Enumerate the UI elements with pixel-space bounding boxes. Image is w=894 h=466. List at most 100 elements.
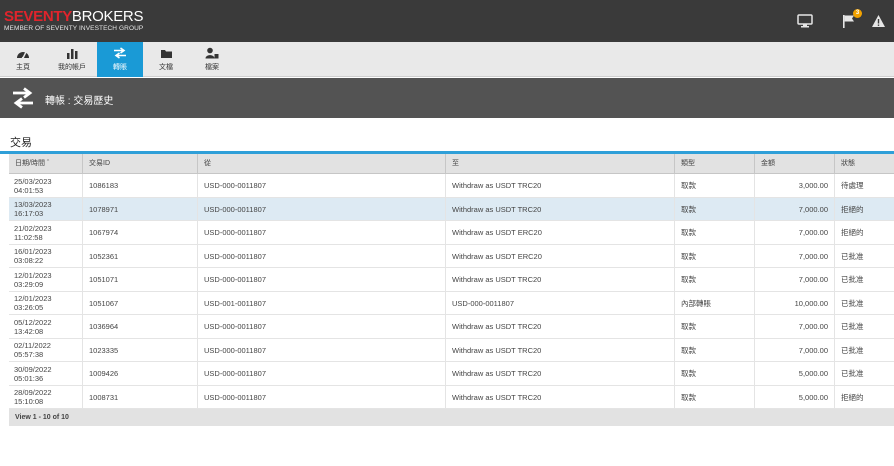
cell-date: 02/11/2022 <box>14 341 51 351</box>
cell-type: 取款 <box>674 221 754 245</box>
table-row[interactable]: 21/02/2023 11:02:58 1067974 USD-000-0011807… <box>9 221 894 245</box>
warning-icon[interactable] <box>869 12 887 30</box>
cell-from: USD-000-0011807 <box>197 174 445 198</box>
cell-amount: 3,000.00 <box>754 174 834 198</box>
cell-transaction-id: 1036964 <box>82 315 197 339</box>
cell-date: 25/03/2023 <box>14 176 52 186</box>
table-row[interactable]: 16/01/2023 03:08:22 1052361 USD-000-0011807… <box>9 244 894 269</box>
cell-status: 已批准 <box>834 315 894 339</box>
nav-item-profile[interactable]: 檔案 <box>193 42 231 77</box>
flag-icon[interactable]: 3 <box>840 9 862 30</box>
column-header-datetime[interactable]: 日期/時間 ˆ <box>9 154 82 174</box>
cell-type: 取款 <box>674 268 754 292</box>
column-header-transaction-id[interactable]: 交易ID <box>82 154 197 174</box>
cell-type: 取款 <box>674 362 754 386</box>
cell-amount: 7,000.00 <box>754 244 834 268</box>
nav-label-documents: 文檔 <box>159 64 173 71</box>
table-row[interactable]: 02/11/2022 05:57:38 1023335 USD-000-0011807… <box>9 338 894 362</box>
table-row[interactable]: 05/12/2022 13:42:08 1036964 USD-000-0011807… <box>9 315 894 339</box>
nav-label-profile: 檔案 <box>205 64 219 71</box>
cell-time: 13:42:08 <box>14 326 44 336</box>
transfer-icon <box>11 86 35 110</box>
cell-date: 13/03/2023 <box>14 200 52 210</box>
transfer-icon <box>113 47 127 59</box>
table-row[interactable]: 28/09/2022 15:10:08 1008731 USD-000-0011807… <box>9 385 894 410</box>
table-row[interactable]: 12/01/2023 03:26:05 1051067 USD-001-0011807… <box>9 291 894 316</box>
cell-time: 11:02:58 <box>14 232 43 242</box>
cell-amount: 10,000.00 <box>754 291 834 315</box>
nav-item-home[interactable]: 主頁 <box>4 42 42 77</box>
cell-time: 03:29:09 <box>14 279 44 289</box>
cell-status: 已批准 <box>834 291 894 315</box>
cell-status: 拒絕的 <box>834 221 894 245</box>
table-row[interactable]: 25/03/2023 04:01:53 1086183 USD-000-0011807… <box>9 174 894 198</box>
cell-datetime: 25/03/2023 04:01:53 <box>9 174 82 198</box>
cell-amount: 7,000.00 <box>754 197 834 221</box>
cell-status: 拒絕的 <box>834 197 894 221</box>
monitor-icon[interactable] <box>796 12 814 30</box>
nav-item-documents[interactable]: 文檔 <box>148 42 184 77</box>
cell-to: Withdraw as USDT ERC20 <box>445 244 674 268</box>
bar-chart-icon <box>66 47 79 59</box>
cell-transaction-id: 1078971 <box>82 197 197 221</box>
cell-datetime: 28/09/2022 15:10:08 <box>9 386 82 410</box>
cell-datetime: 12/01/2023 03:26:05 <box>9 292 82 316</box>
cell-time: 05:01:36 <box>14 373 44 383</box>
column-header-type[interactable]: 類型 <box>674 154 754 174</box>
cell-transaction-id: 1009426 <box>82 362 197 386</box>
cell-datetime: 05/12/2022 13:42:08 <box>9 315 82 339</box>
pagination-info: View 1 - 10 of 10 <box>9 409 894 426</box>
cell-to: Withdraw as USDT TRC20 <box>445 268 674 292</box>
brand-logo[interactable]: SEVENTYBROKERS MEMBER OF SEVENTY INVESTE… <box>4 9 143 32</box>
cell-status: 已批准 <box>834 362 894 386</box>
cell-status: 待處理 <box>834 174 894 198</box>
nav-label-transfer: 轉賬 <box>113 64 127 71</box>
cell-transaction-id: 1023335 <box>82 338 197 362</box>
nav-item-transfer[interactable]: 轉賬 <box>97 42 143 77</box>
cell-amount: 7,000.00 <box>754 315 834 339</box>
page-title: 轉帳 : 交易歷史 <box>45 96 114 107</box>
column-header-amount[interactable]: 金額 <box>754 154 834 174</box>
cell-to: Withdraw as USDT TRC20 <box>445 174 674 198</box>
cell-to: Withdraw as USDT TRC20 <box>445 197 674 221</box>
cell-time: 15:10:08 <box>14 397 44 407</box>
nav-label-my-account: 我的帳戶 <box>58 64 86 71</box>
cell-type: 取款 <box>674 174 754 198</box>
cell-from: USD-000-0011807 <box>197 197 445 221</box>
nav-label-home: 主頁 <box>16 64 30 71</box>
dashboard-icon <box>16 47 30 59</box>
section-title: 交易 <box>10 137 32 149</box>
cell-from: USD-001-0011807 <box>197 291 445 315</box>
cell-date: 05/12/2022 <box>14 317 52 327</box>
cell-from: USD-000-0011807 <box>197 221 445 245</box>
cell-to: Withdraw as USDT ERC20 <box>445 221 674 245</box>
brand-tagline: MEMBER OF SEVENTY INVESTECH GROUP <box>4 25 144 32</box>
table-body: 25/03/2023 04:01:53 1086183 USD-000-0011807… <box>9 174 894 409</box>
profile-icon <box>205 47 219 59</box>
cell-amount: 7,000.00 <box>754 338 834 362</box>
table-row[interactable]: 13/03/2023 16:17:03 1078971 USD-000-0011807… <box>9 197 894 222</box>
page-header: 轉帳 : 交易歷史 <box>0 78 894 118</box>
cell-datetime: 16/01/2023 03:08:22 <box>9 245 82 269</box>
cell-date: 28/09/2022 <box>14 388 52 398</box>
column-header-status[interactable]: 狀態 <box>834 154 894 174</box>
nav-item-my-account[interactable]: 我的帳戶 <box>52 42 92 77</box>
cell-to: Withdraw as USDT TRC20 <box>445 362 674 386</box>
cell-transaction-id: 1086183 <box>82 174 197 198</box>
cell-transaction-id: 1051071 <box>82 268 197 292</box>
table-row[interactable]: 30/09/2022 05:01:36 1009426 USD-000-0011807… <box>9 362 894 386</box>
cell-time: 05:57:38 <box>14 350 44 360</box>
column-header-from[interactable]: 從 <box>197 154 445 174</box>
cell-type: 內部轉賬 <box>674 291 754 315</box>
cell-transaction-id: 1051067 <box>82 291 197 315</box>
cell-datetime: 13/03/2023 16:17:03 <box>9 198 82 222</box>
cell-datetime: 12/01/2023 03:29:09 <box>9 268 82 292</box>
cell-time: 16:17:03 <box>14 209 44 219</box>
brand-name-red: SEVENTY <box>4 8 72 25</box>
brand-name: SEVENTYBROKERS <box>4 9 143 24</box>
cell-date: 12/01/2023 <box>14 270 52 280</box>
main-nav: 主頁 我的帳戶 轉賬 文檔 檔案 <box>0 42 894 77</box>
column-header-to[interactable]: 至 <box>445 154 674 174</box>
brand-name-white: BROKERS <box>71 8 144 25</box>
table-row[interactable]: 12/01/2023 03:29:09 1051071 USD-000-0011807… <box>9 268 894 292</box>
